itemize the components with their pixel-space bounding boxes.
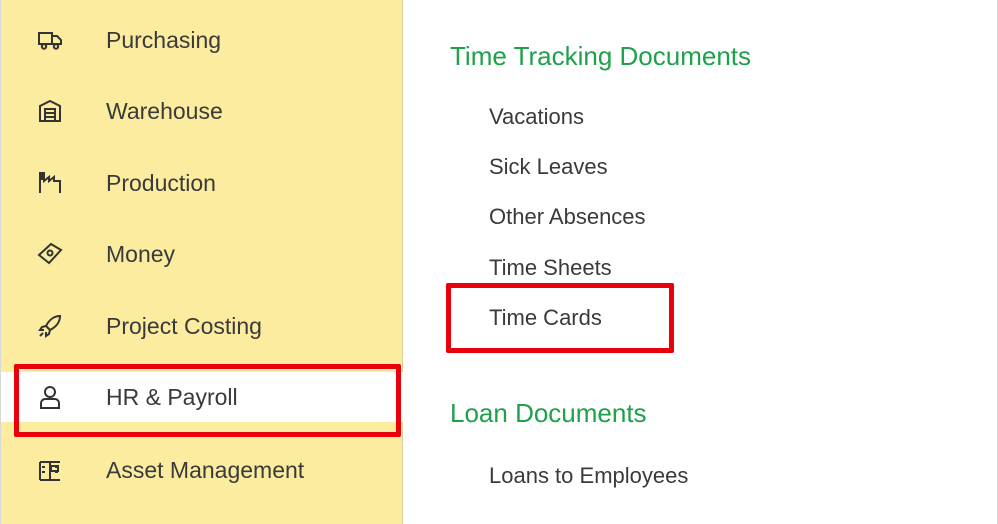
sidebar-item-hr-payroll[interactable]: HR & Payroll [1, 372, 403, 422]
sidebar-item-label: Project Costing [106, 312, 262, 339]
sidebar: Purchasing Warehouse Production Money Pr… [1, 0, 403, 524]
truck-icon [37, 27, 63, 53]
sidebar-item-project-costing[interactable]: Project Costing [1, 301, 403, 351]
sidebar-item-money[interactable]: Money [1, 229, 403, 279]
asset-icon [37, 457, 63, 483]
warehouse-icon [37, 98, 63, 124]
sidebar-item-label: Money [106, 240, 176, 267]
link-vacations[interactable]: Vacations [489, 104, 584, 130]
sidebar-item-label: Warehouse [106, 97, 223, 124]
sidebar-item-purchasing[interactable]: Purchasing [1, 15, 403, 65]
link-sick-leaves[interactable]: Sick Leaves [489, 154, 608, 180]
link-time-cards[interactable]: Time Cards [489, 305, 602, 331]
person-icon [37, 384, 63, 410]
sidebar-item-label: HR & Payroll [106, 383, 238, 410]
sidebar-item-label: Purchasing [106, 26, 222, 53]
rocket-icon [37, 313, 63, 339]
factory-icon [37, 170, 63, 196]
sidebar-item-asset-management[interactable]: Asset Management [1, 445, 403, 495]
section-title-loan-documents: Loan Documents [450, 398, 647, 428]
sidebar-item-warehouse[interactable]: Warehouse [1, 86, 403, 136]
link-other-absences[interactable]: Other Absences [489, 204, 646, 230]
sidebar-item-production[interactable]: Production [1, 158, 403, 208]
sidebar-item-label: Production [106, 169, 216, 196]
link-loans-to-employees[interactable]: Loans to Employees [489, 463, 688, 489]
link-time-sheets[interactable]: Time Sheets [489, 255, 612, 281]
sidebar-item-label: Asset Management [106, 456, 305, 483]
money-icon [37, 241, 63, 267]
section-title-time-tracking: Time Tracking Documents [450, 41, 752, 71]
documents-panel: Time Tracking Documents Vacations Sick L… [404, 0, 997, 524]
